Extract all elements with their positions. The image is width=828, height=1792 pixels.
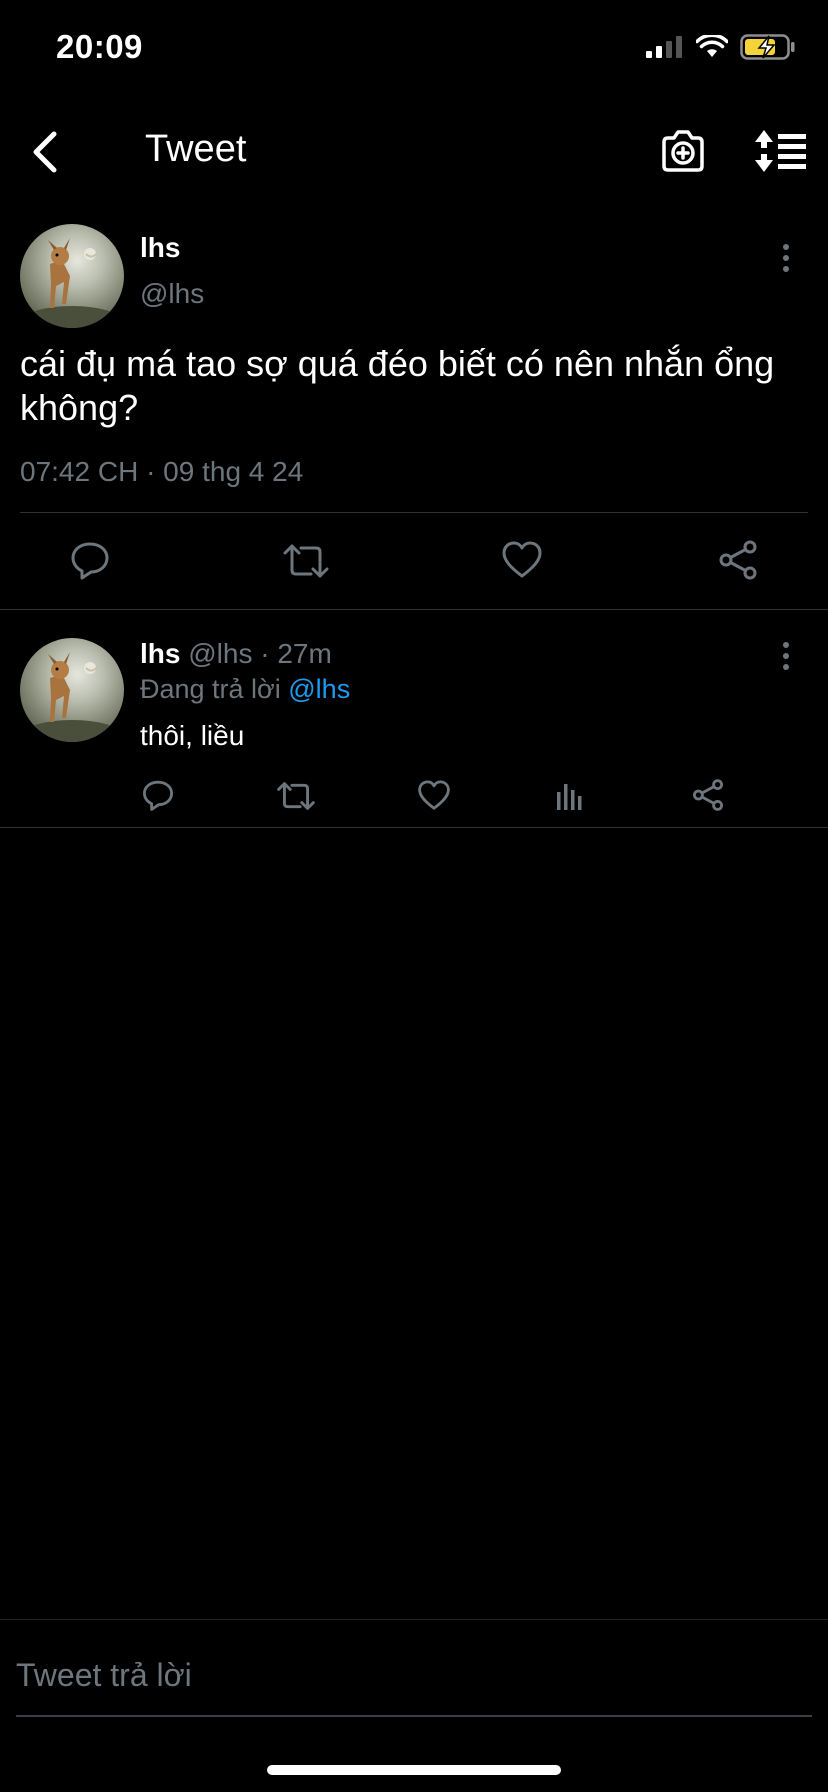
- retweet-icon: [283, 544, 329, 578]
- camera-plus-icon: [662, 130, 704, 172]
- composer-divider: [0, 1619, 828, 1620]
- share-icon: [693, 779, 723, 811]
- reply-button[interactable]: [142, 779, 174, 816]
- reply-button[interactable]: [70, 540, 110, 585]
- like-icon: [502, 541, 542, 578]
- like-button[interactable]: [418, 780, 450, 816]
- author-handle[interactable]: @lhs: [140, 278, 204, 310]
- battery-charging-icon: [740, 34, 795, 60]
- replying-to: Đang trả lời @lhs: [140, 674, 350, 705]
- status-icons: [646, 34, 796, 60]
- share-icon: [719, 540, 757, 580]
- analytics-button[interactable]: [556, 780, 584, 815]
- author-name[interactable]: lhs: [140, 232, 180, 264]
- avatar[interactable]: [20, 638, 124, 742]
- separator-dot: ·: [252, 638, 278, 669]
- tweet-text: cái đụ má tao sợ quá đéo biết có nên nhắ…: [20, 343, 775, 428]
- reply-author-handle[interactable]: @lhs: [188, 638, 252, 669]
- share-button[interactable]: [718, 540, 758, 585]
- back-chevron-icon: [33, 131, 57, 173]
- deer-avatar-illustration: [24, 238, 120, 328]
- back-button[interactable]: [22, 124, 72, 180]
- tweet-detail-screen: 20:09 Tweet lhs @lhs cái đụ má tao sợ qu…: [0, 0, 828, 1792]
- deer-avatar-illustration: [24, 652, 120, 742]
- tweet-timestamp: 07:42 CH · 09 thg 4 24: [20, 456, 304, 487]
- more-options-button[interactable]: [774, 240, 798, 276]
- like-button[interactable]: [502, 541, 542, 584]
- like-icon: [418, 780, 450, 810]
- signal-icon: [646, 36, 682, 58]
- analytics-icon: [557, 784, 582, 810]
- more-vertical-icon: [783, 244, 789, 272]
- camera-button[interactable]: [660, 128, 706, 174]
- avatar[interactable]: [20, 224, 124, 328]
- divider: [0, 609, 828, 610]
- retweet-button[interactable]: [283, 542, 329, 585]
- status-time: 20:09: [56, 28, 143, 65]
- sort-icon: [755, 130, 806, 172]
- reply-author-name[interactable]: lhs: [140, 638, 180, 669]
- reply-icon: [71, 542, 109, 580]
- home-indicator[interactable]: [267, 1765, 561, 1775]
- more-vertical-icon: [783, 642, 789, 670]
- more-options-button[interactable]: [774, 638, 798, 674]
- sort-button[interactable]: [754, 128, 808, 174]
- reply-time: 27m: [277, 638, 332, 669]
- share-button[interactable]: [692, 779, 724, 816]
- reply-icon: [143, 780, 173, 811]
- replying-to-mention[interactable]: @lhs: [288, 674, 350, 704]
- reply-text: thôi, liều: [140, 720, 245, 751]
- retweet-button[interactable]: [277, 780, 315, 817]
- divider: [20, 512, 808, 513]
- divider: [0, 827, 828, 828]
- replying-to-label: Đang trả lời: [140, 674, 289, 704]
- composer-underline: [16, 1715, 812, 1717]
- page-title: Tweet: [145, 128, 247, 170]
- reply-composer-input[interactable]: [16, 1640, 812, 1710]
- wifi-icon: [696, 35, 728, 57]
- retweet-icon: [277, 782, 315, 810]
- reply-header: lhs @lhs · 27m: [140, 638, 332, 670]
